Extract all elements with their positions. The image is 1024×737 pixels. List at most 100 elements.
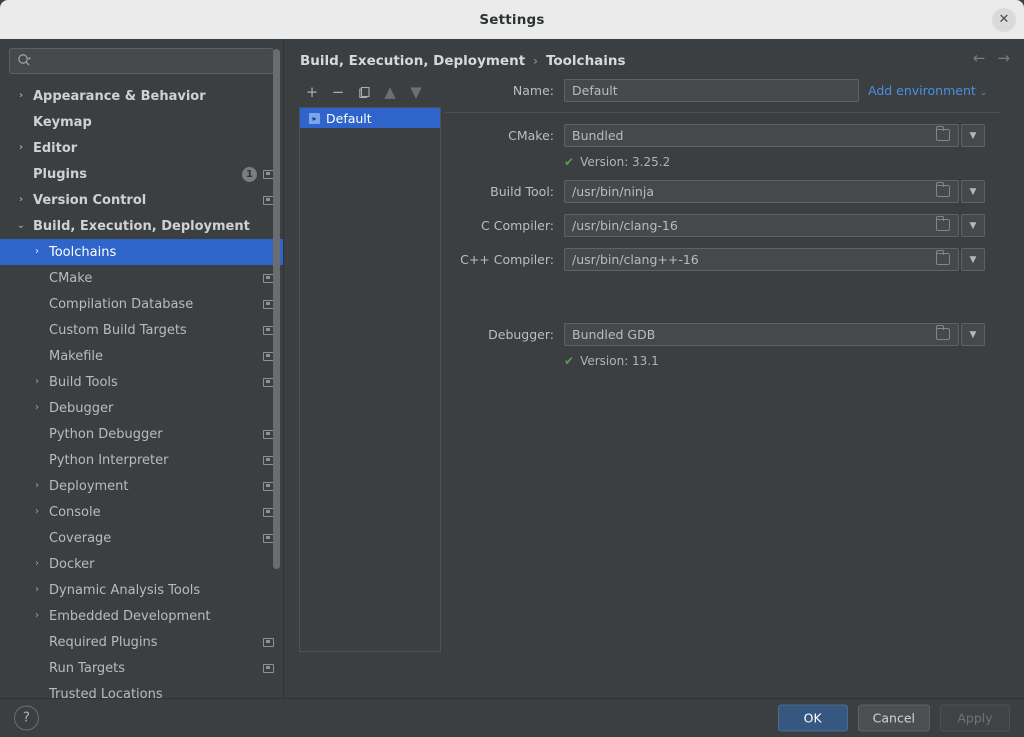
search-box[interactable] (9, 48, 274, 74)
c-compiler-row: C Compiler: /usr/bin/clang-16 ▼ (445, 214, 1010, 237)
navigation-arrows: ← → (973, 51, 1010, 66)
twisty-icon[interactable]: › (30, 585, 44, 595)
breadcrumb-root[interactable]: Build, Execution, Deployment (300, 53, 525, 69)
sidebar-item-keymap[interactable]: Keymap (0, 109, 284, 135)
twisty-icon[interactable]: › (14, 143, 28, 153)
sidebar-item-label: Console (44, 505, 263, 520)
sidebar-item-label: Custom Build Targets (44, 323, 263, 338)
sidebar-item-label: Appearance & Behavior (28, 89, 263, 104)
sidebar-item-console[interactable]: ›Console (0, 499, 284, 525)
triangle-down-icon: ▼ (970, 330, 977, 340)
twisty-icon[interactable]: › (30, 611, 44, 621)
toolchain-form: Name: Default Add environment⌄ CMake: Bu… (445, 79, 1010, 371)
twisty-icon[interactable]: ⌄ (14, 221, 28, 231)
sidebar-item-toolchains[interactable]: ›Toolchains (0, 239, 284, 265)
sidebar-item-build-tools[interactable]: ›Build Tools (0, 369, 284, 395)
triangle-down-icon: ▼ (970, 187, 977, 197)
folder-icon[interactable] (936, 220, 950, 231)
search-container (0, 39, 283, 74)
debugger-field[interactable]: Bundled GDB (564, 323, 959, 346)
twisty-icon[interactable]: › (30, 247, 44, 257)
copy-toolchain-button[interactable] (351, 80, 377, 104)
twisty-icon[interactable]: › (30, 559, 44, 569)
sidebar-item-required-plugins[interactable]: Required Plugins (0, 629, 284, 655)
add-toolchain-button[interactable]: + (299, 80, 325, 104)
folder-icon[interactable] (936, 329, 950, 340)
sidebar-item-appearance-behavior[interactable]: ›Appearance & Behavior (0, 83, 284, 109)
sidebar-scrollbar[interactable] (273, 49, 280, 569)
sidebar-item-run-targets[interactable]: Run Targets (0, 655, 284, 681)
list-item[interactable]: ▸Default (300, 108, 440, 128)
remove-toolchain-button[interactable]: − (325, 80, 351, 104)
dialog-body: ›Appearance & BehaviorKeymap›EditorPlugi… (0, 39, 1024, 698)
sidebar-item-version-control[interactable]: ›Version Control (0, 187, 284, 213)
sidebar-item-cmake[interactable]: CMake (0, 265, 284, 291)
name-field[interactable]: Default (564, 79, 859, 102)
settings-dialog: Settings ✕ ›Appearance & Behavio (0, 0, 1024, 737)
c-compiler-dropdown-button[interactable]: ▼ (961, 214, 985, 237)
title-bar: Settings ✕ (0, 0, 1024, 39)
toolchain-list-toolbar: + − ▲ ▼ (299, 79, 441, 105)
footer-buttons: OK Cancel Apply (778, 705, 1010, 732)
close-icon[interactable]: ✕ (992, 8, 1016, 32)
debugger-row: Debugger: Bundled GDB ▼ (445, 323, 1010, 346)
sidebar-item-makefile[interactable]: Makefile (0, 343, 284, 369)
sidebar-item-label: Run Targets (44, 661, 263, 676)
folder-icon[interactable] (936, 130, 950, 141)
plugin-count-badge: 1 (242, 167, 257, 182)
project-scope-icon (263, 664, 274, 673)
folder-icon[interactable] (936, 254, 950, 265)
sidebar-item-trusted-locations[interactable]: Trusted Locations (0, 681, 284, 698)
sidebar-item-plugins[interactable]: Plugins1 (0, 161, 284, 187)
sidebar-item-deployment[interactable]: ›Deployment (0, 473, 284, 499)
arrow-right-icon[interactable]: → (997, 51, 1010, 66)
arrow-left-icon[interactable]: ← (973, 51, 986, 66)
cmake-label: CMake: (445, 128, 564, 143)
sidebar-item-label: Version Control (28, 193, 263, 208)
twisty-icon[interactable]: › (14, 195, 28, 205)
cmake-value: Bundled (572, 128, 936, 143)
settings-tree[interactable]: ›Appearance & BehaviorKeymap›EditorPlugi… (0, 83, 284, 698)
twisty-icon[interactable]: › (30, 481, 44, 491)
cpp-compiler-dropdown-button[interactable]: ▼ (961, 248, 985, 271)
sidebar-item-debugger[interactable]: ›Debugger (0, 395, 284, 421)
sidebar-item-label: Deployment (44, 479, 263, 494)
toolchain-list[interactable]: ▸Default (299, 107, 441, 652)
sidebar-item-coverage[interactable]: Coverage (0, 525, 284, 551)
breadcrumb-current: Toolchains (546, 53, 626, 69)
name-value: Default (572, 83, 858, 98)
window-title: Settings (479, 12, 544, 28)
sidebar-item-compilation-database[interactable]: Compilation Database (0, 291, 284, 317)
build-tool-row: Build Tool: /usr/bin/ninja ▼ (445, 180, 1010, 203)
build-tool-dropdown-button[interactable]: ▼ (961, 180, 985, 203)
add-environment-link[interactable]: Add environment⌄ (868, 83, 987, 98)
sidebar-item-custom-build-targets[interactable]: Custom Build Targets (0, 317, 284, 343)
cpp-compiler-field[interactable]: /usr/bin/clang++-16 (564, 248, 959, 271)
sidebar-item-dynamic-analysis-tools[interactable]: ›Dynamic Analysis Tools (0, 577, 284, 603)
sidebar-item-docker[interactable]: ›Docker (0, 551, 284, 577)
sidebar-item-editor[interactable]: ›Editor (0, 135, 284, 161)
cmake-dropdown-button[interactable]: ▼ (961, 124, 985, 147)
twisty-icon[interactable]: › (30, 403, 44, 413)
folder-icon[interactable] (936, 186, 950, 197)
sidebar-item-python-debugger[interactable]: Python Debugger (0, 421, 284, 447)
c-compiler-field[interactable]: /usr/bin/clang-16 (564, 214, 959, 237)
twisty-icon[interactable]: › (30, 507, 44, 517)
cmake-field[interactable]: Bundled (564, 124, 959, 147)
list-item-label: Default (326, 111, 372, 126)
move-up-button[interactable]: ▲ (377, 80, 403, 104)
sidebar-item-python-interpreter[interactable]: Python Interpreter (0, 447, 284, 473)
help-button[interactable]: ? (14, 706, 39, 731)
debugger-dropdown-button[interactable]: ▼ (961, 323, 985, 346)
sidebar-item-build-execution-deployment[interactable]: ⌄Build, Execution, Deployment (0, 213, 284, 239)
cancel-button[interactable]: Cancel (858, 705, 930, 732)
build-tool-field[interactable]: /usr/bin/ninja (564, 180, 959, 203)
sidebar-item-label: Build, Execution, Deployment (28, 219, 263, 234)
apply-button: Apply (940, 705, 1010, 732)
search-input[interactable] (31, 54, 266, 68)
sidebar-item-embedded-development[interactable]: ›Embedded Development (0, 603, 284, 629)
move-down-button[interactable]: ▼ (403, 80, 429, 104)
twisty-icon[interactable]: › (14, 91, 28, 101)
ok-button[interactable]: OK (778, 705, 848, 732)
twisty-icon[interactable]: › (30, 377, 44, 387)
